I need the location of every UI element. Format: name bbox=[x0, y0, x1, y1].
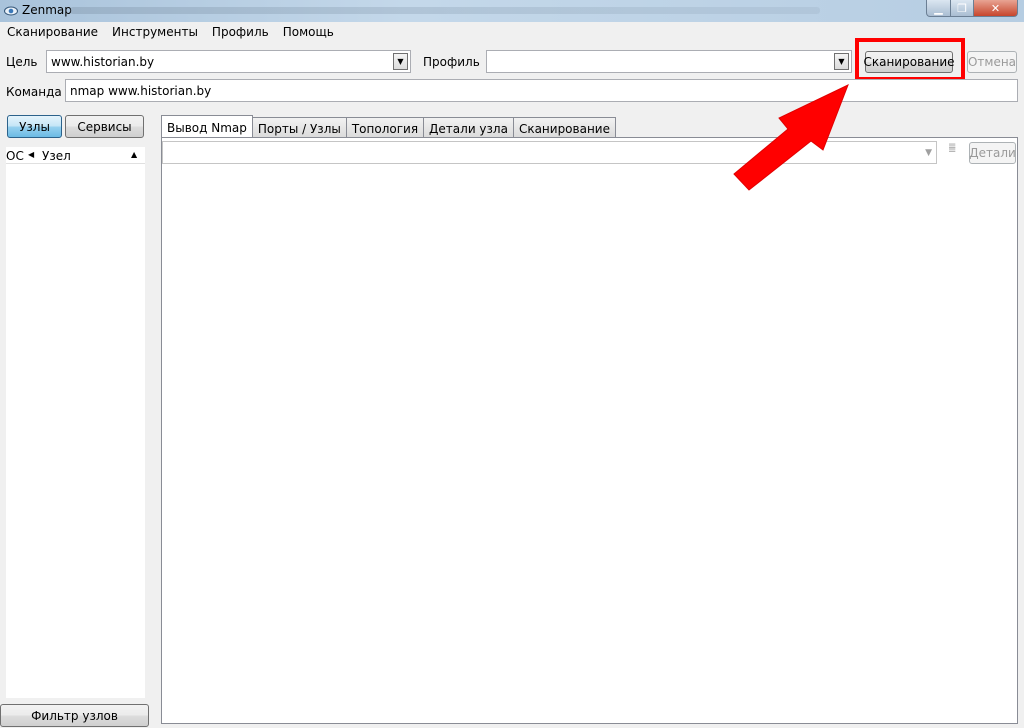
title-path-blurred bbox=[70, 7, 820, 14]
annotation-highlight bbox=[855, 38, 965, 81]
tab-topology[interactable]: Топология bbox=[345, 117, 425, 138]
host-filter-button[interactable]: Фильтр узлов bbox=[0, 704, 149, 727]
profile-label: Профиль bbox=[423, 55, 480, 69]
tab-scans[interactable]: Сканирование bbox=[512, 117, 616, 138]
close-button[interactable]: ✕ bbox=[973, 0, 1018, 17]
tab-bar: Вывод Nmap Порты / Узлы Топология Детали… bbox=[161, 115, 616, 138]
column-host[interactable]: Узел bbox=[42, 149, 71, 163]
command-label: Команда bbox=[6, 85, 62, 99]
cancel-button[interactable]: Отмена bbox=[967, 51, 1017, 73]
column-os[interactable]: ОС bbox=[6, 149, 24, 163]
profile-combo[interactable]: ▼ bbox=[486, 50, 852, 73]
hosts-toggle-button[interactable]: Узлы bbox=[7, 115, 62, 138]
menu-tools[interactable]: Инструменты bbox=[105, 22, 205, 42]
host-list[interactable]: ОС ◀ Узел ▲ bbox=[6, 147, 145, 698]
details-button[interactable]: Детали bbox=[969, 142, 1016, 164]
command-value: nmap www.historian.by bbox=[70, 84, 212, 98]
grip-icon: ≡ ≡ bbox=[948, 141, 957, 156]
sort-asc-icon[interactable]: ▲ bbox=[131, 150, 137, 159]
services-toggle-button[interactable]: Сервисы bbox=[65, 115, 144, 138]
title-bar: Zenmap ▁ ❐ ✕ bbox=[0, 0, 1024, 22]
target-label: Цель bbox=[6, 55, 38, 69]
menu-scan[interactable]: Сканирование bbox=[0, 22, 105, 42]
chevron-down-icon[interactable]: ▼ bbox=[834, 53, 849, 70]
menu-profile[interactable]: Профиль bbox=[205, 22, 276, 42]
close-icon: ✕ bbox=[990, 1, 1001, 15]
target-combo[interactable]: www.historian.by ▼ bbox=[46, 50, 411, 73]
minimize-icon: ▁ bbox=[934, 1, 943, 15]
window-title: Zenmap bbox=[22, 3, 72, 17]
tab-ports-hosts[interactable]: Порты / Узлы bbox=[251, 117, 347, 138]
maximize-button[interactable]: ❐ bbox=[950, 0, 974, 17]
tab-host-details[interactable]: Детали узла bbox=[423, 117, 514, 138]
column-divider-left-icon: ◀ bbox=[28, 150, 35, 159]
menu-help[interactable]: Помощь bbox=[276, 22, 341, 42]
host-list-header: ОС ◀ Узел ▲ bbox=[6, 147, 145, 164]
target-value: www.historian.by bbox=[51, 55, 155, 69]
minimize-button[interactable]: ▁ bbox=[926, 0, 951, 17]
chevron-down-icon[interactable]: ▼ bbox=[925, 148, 932, 158]
chevron-down-icon[interactable]: ▼ bbox=[393, 53, 408, 70]
maximize-icon: ❐ bbox=[957, 1, 967, 15]
command-input[interactable]: nmap www.historian.by bbox=[65, 79, 1018, 102]
output-host-combo[interactable]: ▼ bbox=[162, 141, 937, 164]
nmap-output-panel bbox=[161, 137, 1018, 724]
zenmap-eye-icon bbox=[4, 6, 18, 16]
tab-nmap-output[interactable]: Вывод Nmap bbox=[161, 115, 253, 138]
